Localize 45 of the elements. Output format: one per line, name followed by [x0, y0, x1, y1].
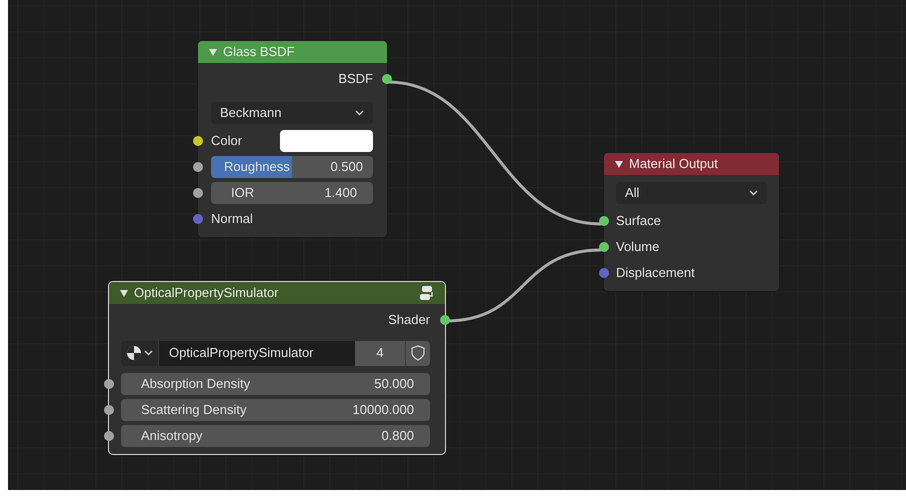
socket-label: Displacement: [616, 264, 695, 282]
node-header[interactable]: Material Output: [604, 153, 779, 175]
number-field[interactable]: Scattering Density 10000.000: [121, 399, 430, 421]
collapse-icon[interactable]: [120, 290, 128, 296]
node-editor-canvas[interactable]: [8, 0, 906, 490]
number-field[interactable]: Anisotropy 0.800: [121, 425, 430, 447]
dropdown[interactable]: All: [616, 182, 767, 204]
node-group-icon[interactable]: [419, 285, 435, 301]
socket[interactable]: [440, 315, 450, 325]
socket[interactable]: [599, 216, 609, 226]
socket[interactable]: [193, 188, 203, 198]
socket[interactable]: [104, 431, 114, 441]
node-header[interactable]: OpticalPropertySimulator: [109, 282, 445, 304]
socket-label: BSDF: [338, 70, 373, 88]
chevron-icon: [355, 110, 364, 116]
fake-user-button[interactable]: [405, 340, 430, 366]
socket-label: Shader: [388, 311, 430, 330]
datablock-name-field[interactable]: OpticalPropertySimulator: [159, 340, 355, 366]
socket-label: Volume: [616, 238, 660, 256]
slider-value: 0.500: [330, 158, 363, 176]
number-field[interactable]: IOR 1.400: [211, 182, 373, 204]
slider-label: Roughness: [224, 158, 290, 176]
socket[interactable]: [193, 136, 203, 146]
chevron-icon: [749, 190, 758, 196]
material-preview-button[interactable]: [121, 340, 159, 366]
slider[interactable]: Roughness 0.500: [211, 156, 373, 178]
socket-label: Color: [211, 132, 242, 150]
dropdown[interactable]: Beckmann: [211, 102, 373, 124]
chevron-icon: [144, 350, 153, 356]
node-title: Material Output: [629, 155, 719, 174]
node-title: Glass BSDF: [223, 43, 296, 62]
sphere-icon: [126, 345, 142, 361]
node-title: OpticalPropertySimulator: [134, 284, 280, 302]
user-count[interactable]: 4: [355, 340, 405, 366]
socket[interactable]: [193, 162, 203, 172]
socket[interactable]: [104, 405, 114, 415]
socket-label: Normal: [211, 210, 253, 228]
color-swatch[interactable]: [280, 130, 373, 152]
collapse-icon[interactable]: [615, 160, 623, 168]
number-field[interactable]: Absorption Density 50.000: [121, 373, 430, 395]
socket[interactable]: [599, 242, 609, 252]
socket-label: Surface: [616, 212, 661, 230]
socket[interactable]: [382, 74, 392, 84]
socket[interactable]: [104, 379, 114, 389]
shield-icon: [411, 345, 425, 361]
